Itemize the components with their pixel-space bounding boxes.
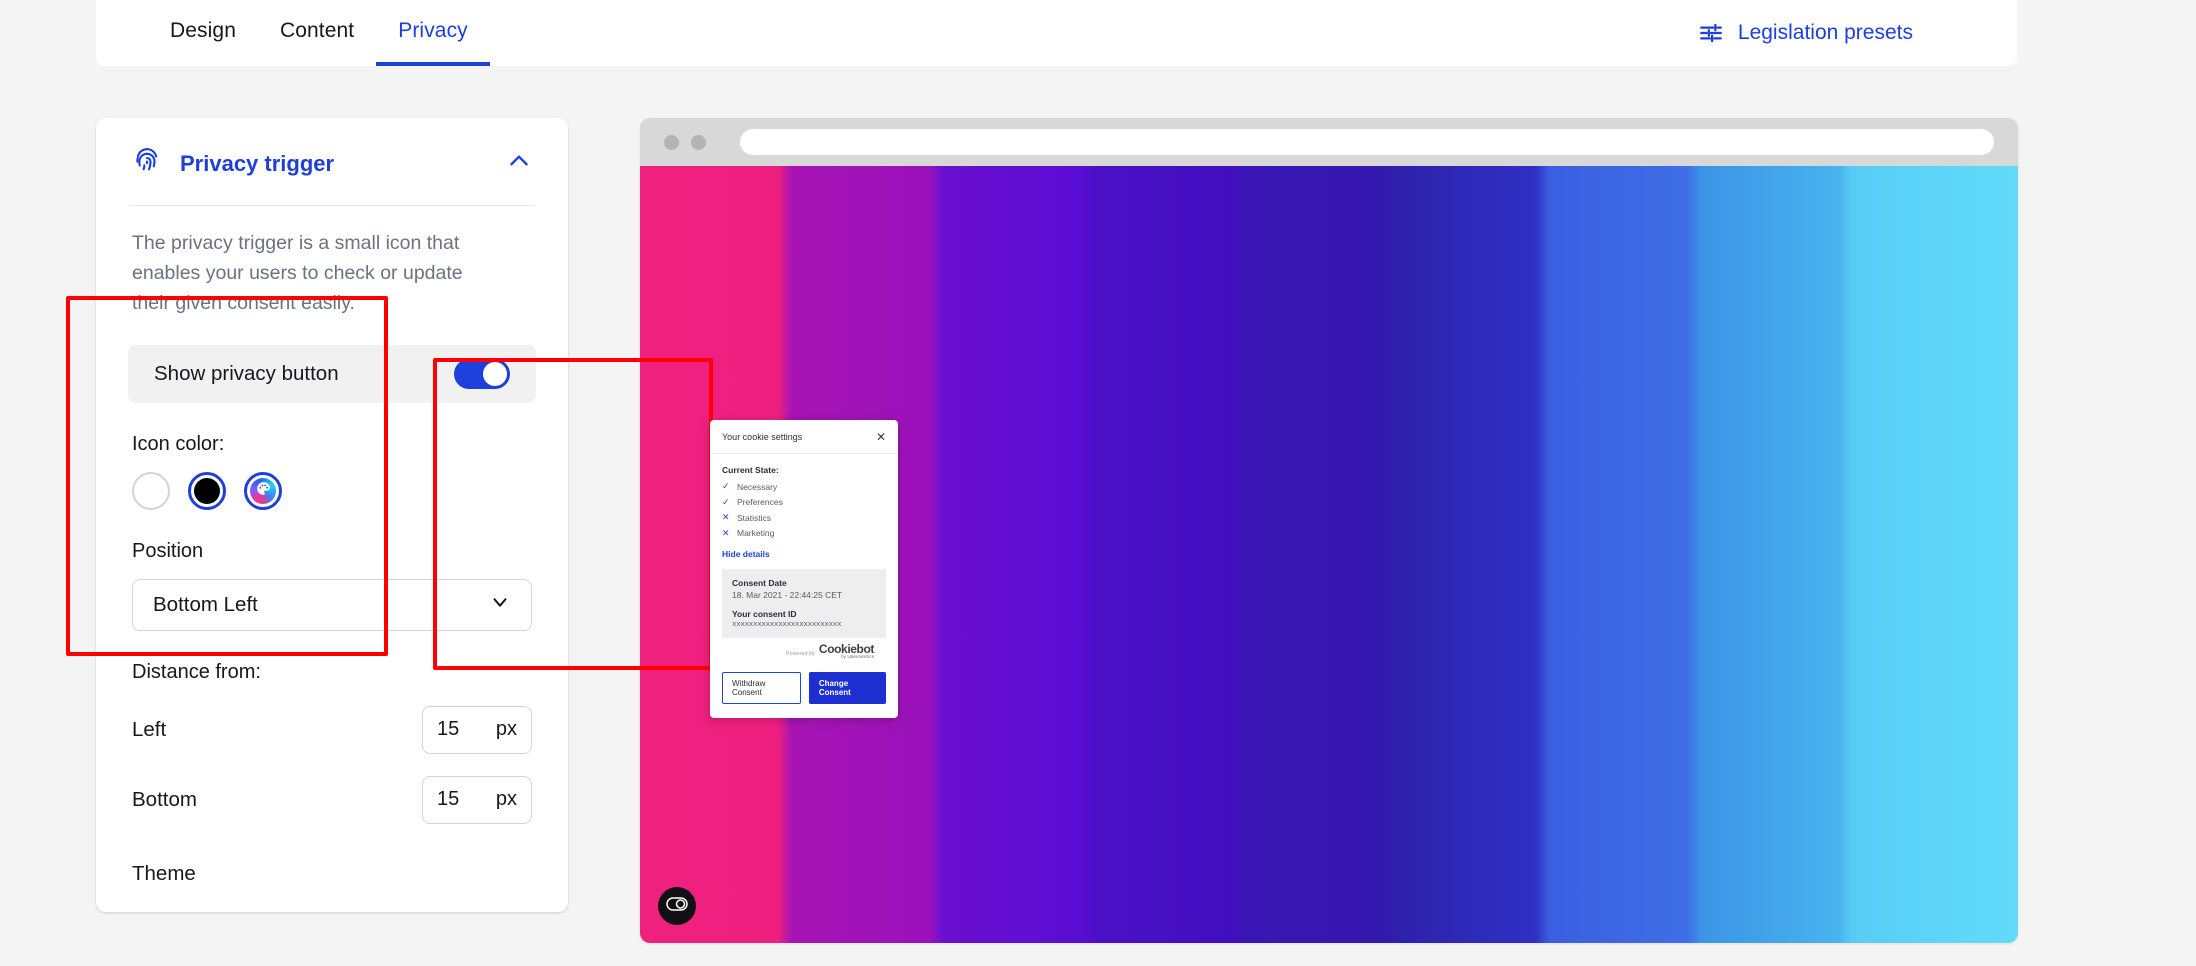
distance-bottom-label: Bottom (132, 787, 197, 811)
toggle-knob (483, 361, 507, 386)
icon-color-swatch-black[interactable] (188, 471, 226, 510)
consent-item-marketing: ✕ Marketing (722, 528, 886, 539)
distance-left-input[interactable]: 15 px (422, 705, 532, 754)
icon-color-label: Icon color: (132, 432, 225, 455)
cookie-settings-dialog: Your cookie settings ✕ Current State: ✓ … (710, 420, 898, 718)
tab-privacy[interactable]: Privacy (376, 0, 490, 66)
preview-browser: Your cookie settings ✕ Current State: ✓ … (640, 118, 2018, 943)
tab-content[interactable]: Content (258, 0, 376, 66)
panel-title: Privacy trigger (180, 150, 335, 176)
close-icon[interactable]: ✕ (876, 431, 886, 443)
chevron-down-icon (489, 591, 511, 619)
distance-left-unit: px (495, 718, 517, 741)
consent-item-label: Marketing (737, 528, 775, 538)
dialog-header: Your cookie settings ✕ (710, 420, 898, 454)
current-state-label: Current State: (722, 465, 779, 475)
top-tab-bar: Design Content Privacy Legislation prese… (96, 0, 2017, 66)
consent-item-statistics: ✕ Statistics (722, 512, 886, 523)
preview-viewport: Your cookie settings ✕ Current State: ✓ … (640, 166, 2018, 943)
consent-item-label: Statistics (737, 512, 772, 523)
consent-id-value: xxxxxxxxxxxxxxxxxxxxxxxxxx (732, 620, 842, 629)
cookiebot-logo: Cookiebot by Usercentrics (818, 641, 874, 660)
consent-info-box: Consent Date 18. Mar 2021 - 22:44:25 CET… (722, 568, 886, 638)
icon-color-swatch-white[interactable] (132, 471, 170, 510)
distance-row-bottom: Bottom 15 px (132, 775, 532, 824)
browser-chrome (640, 118, 2018, 166)
position-select[interactable]: Bottom Left (132, 578, 532, 631)
powered-by-block: Powered by Cookiebot by Usercentrics (722, 638, 886, 660)
distance-bottom-value: 15 (437, 788, 460, 811)
fingerprint-icon (132, 146, 162, 181)
consent-date-value: 18. Mar 2021 - 22:44:25 CET (732, 589, 843, 600)
withdraw-consent-button[interactable]: Withdraw Consent (722, 671, 801, 704)
distance-bottom-unit: px (495, 788, 517, 811)
palette-icon (255, 480, 272, 502)
icon-color-swatches (132, 471, 532, 510)
distance-left-label: Left (132, 717, 167, 741)
swatch-fill (194, 477, 220, 504)
show-privacy-button-toggle[interactable] (454, 358, 510, 389)
consent-item-label: Preferences (737, 497, 783, 507)
distance-from-label: Distance from: (132, 660, 261, 683)
icon-color-section: Icon color: Position Bottom Left Distanc… (96, 433, 568, 824)
dialog-title: Your cookie settings (722, 432, 803, 442)
legislation-presets-button[interactable]: Legislation presets (1698, 20, 1913, 46)
change-consent-button[interactable]: Change Consent (808, 671, 886, 704)
brand-subtitle: by Usercentrics (840, 654, 874, 660)
chevron-up-icon[interactable] (506, 148, 532, 179)
cookie-toggle-icon (666, 896, 688, 916)
check-icon: ✓ (722, 496, 730, 507)
position-label: Position (132, 539, 204, 562)
browser-dot (664, 134, 679, 150)
cross-icon: ✕ (722, 527, 730, 538)
browser-url-bar[interactable] (740, 129, 1994, 155)
sliders-icon (1698, 20, 1724, 46)
swatch-fill (250, 477, 276, 504)
dialog-body: Current State: ✓ Necessary ✓ Preferences… (710, 454, 898, 660)
consent-item-necessary: ✓ Necessary (722, 481, 886, 492)
privacy-trigger-panel: Privacy trigger The privacy trigger is a… (96, 118, 568, 912)
dialog-actions: Withdraw Consent Change Consent (710, 660, 898, 718)
tab-list: Design Content Privacy (148, 0, 490, 66)
distance-row-left: Left 15 px (132, 705, 532, 754)
distance-left-value: 15 (437, 718, 460, 741)
browser-dot (691, 134, 706, 150)
consent-item-label: Necessary (737, 481, 778, 492)
panel-description: The privacy trigger is a small icon that… (132, 232, 463, 315)
legislation-presets-label: Legislation presets (1737, 21, 1913, 44)
icon-color-swatch-custom[interactable] (244, 471, 282, 510)
cross-icon: ✕ (722, 512, 730, 522)
powered-by-label: Powered by (785, 650, 815, 657)
panel-header[interactable]: Privacy trigger (96, 118, 568, 205)
consent-date-label: Consent Date (732, 577, 787, 588)
check-icon: ✓ (722, 481, 730, 491)
show-privacy-button-label: Show privacy button (154, 361, 339, 385)
tab-design[interactable]: Design (148, 0, 258, 66)
show-privacy-button-row: Show privacy button (128, 344, 536, 403)
theme-label: Theme (132, 861, 196, 885)
consent-id-label: Your consent ID (732, 608, 797, 619)
consent-item-preferences: ✓ Preferences (722, 497, 886, 508)
distance-bottom-input[interactable]: 15 px (422, 775, 532, 824)
hide-details-link[interactable]: Hide details (722, 549, 886, 559)
brand-name: Cookiebot (818, 641, 874, 656)
privacy-trigger-badge[interactable] (658, 887, 696, 925)
position-value: Bottom Left (153, 592, 258, 616)
